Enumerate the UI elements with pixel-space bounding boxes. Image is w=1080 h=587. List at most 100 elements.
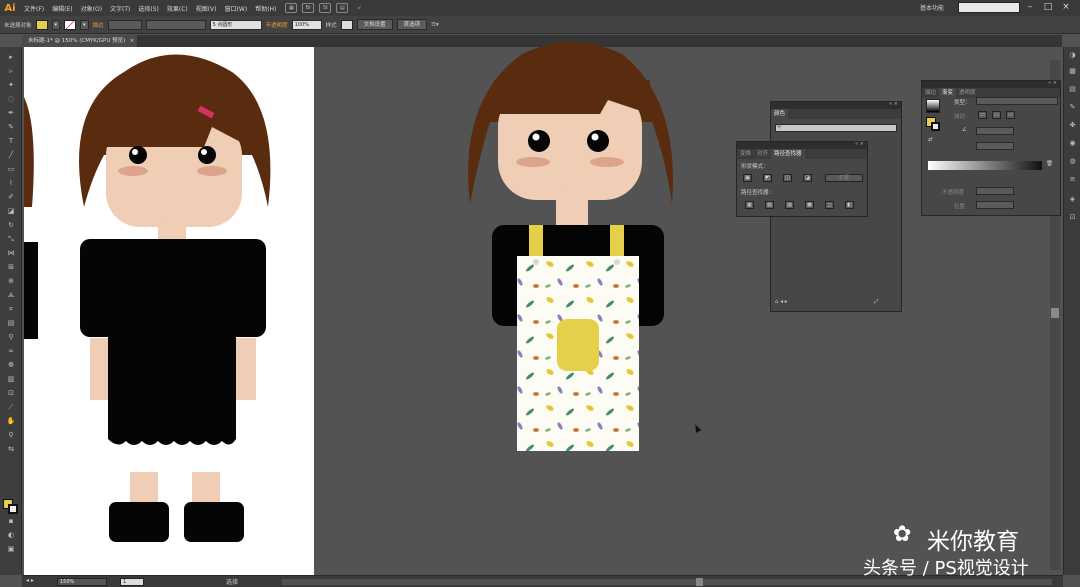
menu-select[interactable]: 选择(S) [134, 4, 163, 13]
line-tool-icon[interactable]: ╱ [5, 151, 17, 160]
color-guide-icon[interactable]: ▦ [1067, 67, 1078, 76]
tab-align[interactable]: 对齐 [754, 149, 771, 159]
tab-stroke[interactable]: 描边 [922, 88, 939, 98]
vertical-scroll-thumb[interactable] [1051, 308, 1059, 318]
angle-field[interactable] [976, 127, 1014, 135]
eraser-tool-icon[interactable]: ◪ [5, 207, 17, 216]
pathfinder-close-icon[interactable]: « × [855, 141, 864, 147]
artboard-tool-icon[interactable]: ⊡ [5, 389, 17, 398]
menu-window[interactable]: 窗口(W) [221, 4, 252, 13]
draw-mode-icon[interactable]: ◐ [5, 531, 17, 540]
hand-tool-icon[interactable]: ✋ [5, 417, 17, 426]
color-panel-icon[interactable]: ◑ [1067, 51, 1078, 60]
panel-menu-icon[interactable]: ☰▾ [431, 20, 439, 30]
stroke-dropdown[interactable]: ▾ [80, 19, 89, 30]
gradient-opacity-field[interactable] [976, 187, 1014, 195]
stroke-label[interactable]: 描边 [93, 20, 104, 30]
close-icon[interactable]: × [1060, 1, 1072, 13]
color-mode-icon[interactable]: ▪ [5, 517, 17, 526]
gradient-close-icon[interactable]: « × [1048, 80, 1057, 86]
screen-mode-icon[interactable]: ▣ [5, 545, 17, 554]
arrange-documents-icon[interactable]: ▦ [285, 3, 298, 13]
pencil-tool-icon[interactable]: ✐ [5, 193, 17, 202]
tab-transform[interactable]: 变换 [737, 149, 754, 159]
minimize-icon[interactable]: – [1024, 1, 1036, 13]
width-tool-icon[interactable]: ⋈ [5, 249, 17, 258]
swap-colors-icon[interactable]: ⇆ [5, 445, 17, 454]
magic-wand-tool-icon[interactable]: ✦ [5, 81, 17, 90]
horizontal-scroll-thumb[interactable] [696, 578, 703, 586]
variable-width-dropdown[interactable] [145, 19, 206, 30]
appearance-panel-icon[interactable]: ◍ [1067, 157, 1078, 166]
color-panel-footer-icons[interactable]: ⌂ ◂ ▸ [775, 299, 788, 305]
gradient-tool-icon[interactable]: ▤ [5, 319, 17, 328]
stroke-along-icon[interactable]: ▭ [992, 111, 1001, 119]
artboard-nav-icon[interactable]: ◂ ▸ [26, 577, 34, 584]
stroke-panel-icon[interactable]: ≡ [1067, 175, 1078, 184]
gradient-stroke-swatch[interactable] [931, 122, 940, 131]
reverse-gradient-icon[interactable]: ⇄ [928, 137, 933, 143]
fill-dropdown[interactable]: ▾ [51, 19, 61, 30]
stock-icon[interactable]: St [319, 3, 332, 13]
panel-collapse-icon[interactable]: « × [889, 101, 898, 107]
blend-tool-icon[interactable]: ∞ [5, 347, 17, 356]
color-panel-resize-icon[interactable]: ⤢ [874, 299, 878, 306]
gradient-slider[interactable] [928, 161, 1042, 170]
brushes-panel-icon[interactable]: ✎ [1067, 103, 1078, 112]
stroke-across-icon[interactable]: ▭ [1006, 111, 1015, 119]
aspect-ratio-field[interactable] [976, 142, 1014, 150]
bridge-icon[interactable]: Br [302, 3, 315, 13]
artboard-number-field[interactable]: 1 [120, 578, 144, 586]
eyedropper-tool-icon[interactable]: ⚲ [5, 333, 17, 342]
gpu-rocket-icon[interactable]: ➶ [353, 3, 365, 13]
trim-icon[interactable]: ▧ [765, 201, 774, 209]
color-search-field[interactable] [775, 124, 897, 132]
paintbrush-tool-icon[interactable]: ⌇ [5, 179, 17, 188]
symbols-panel-icon[interactable]: ✤ [1067, 121, 1078, 130]
slice-tool-icon[interactable]: ⟋ [5, 403, 17, 412]
menu-effect[interactable]: 效果(C) [163, 4, 192, 13]
artboards-panel-icon[interactable]: ⊡ [1067, 213, 1078, 222]
rotate-tool-icon[interactable]: ↻ [5, 221, 17, 230]
outline-icon[interactable]: ◻ [825, 201, 834, 209]
swatches-panel-icon[interactable]: ▤ [1067, 85, 1078, 94]
preferences-button[interactable]: 首选项 [396, 19, 428, 30]
minus-back-icon[interactable]: ◧ [845, 201, 854, 209]
graphic-styles-icon[interactable]: ◉ [1067, 139, 1078, 148]
unite-icon[interactable]: ▣ [743, 174, 752, 182]
tab-color[interactable]: 颜色 [771, 109, 789, 119]
graph-tool-icon[interactable]: ▥ [5, 375, 17, 384]
direct-selection-tool-icon[interactable]: ▹ [5, 67, 17, 76]
zoom-tool-icon[interactable]: ⚲ [5, 431, 17, 440]
menu-file[interactable]: 文件(F) [20, 4, 48, 13]
menu-object[interactable]: 对象(O) [77, 4, 106, 13]
document-setup-button[interactable]: 文档设置 [356, 19, 393, 30]
layers-panel-icon[interactable]: ◈ [1067, 195, 1078, 204]
workspace-switcher[interactable]: 基本功能 [920, 3, 944, 12]
free-transform-tool-icon[interactable]: ⊞ [5, 263, 17, 272]
layout-icon[interactable]: ▤ [336, 3, 349, 13]
menu-view[interactable]: 视图(V) [192, 4, 221, 13]
brush-dropdown[interactable]: 5 点圆形 [209, 19, 262, 30]
perspective-grid-tool-icon[interactable]: ⟁ [5, 291, 17, 300]
search-input[interactable] [958, 2, 1020, 13]
opacity-label[interactable]: 不透明度 [266, 20, 288, 30]
mesh-tool-icon[interactable]: ⌗ [5, 305, 17, 314]
tab-pathfinder[interactable]: 路径查找器 [771, 149, 805, 159]
crop-icon[interactable]: ▩ [805, 201, 814, 209]
menu-help[interactable]: 帮助(H) [251, 4, 280, 13]
document-tab[interactable]: 未标题-1* @ 150% (CMYK/GPU 预览) × [22, 35, 138, 47]
divide-icon[interactable]: ▦ [745, 201, 754, 209]
merge-icon[interactable]: ▨ [785, 201, 794, 209]
menu-edit[interactable]: 编辑(E) [48, 4, 76, 13]
selection-tool-icon[interactable]: ▸ [5, 53, 17, 62]
stroke-weight-field[interactable] [107, 19, 142, 30]
gradient-preview-swatch[interactable] [926, 99, 940, 113]
type-tool-icon[interactable]: T [5, 137, 17, 146]
maximize-icon[interactable]: □ [1042, 1, 1054, 13]
rectangle-tool-icon[interactable]: ▭ [5, 165, 17, 174]
zoom-dropdown[interactable]: 150% [57, 578, 107, 586]
shape-builder-tool-icon[interactable]: ⊕ [5, 277, 17, 286]
gradient-type-dropdown[interactable] [976, 97, 1058, 105]
fill-swatch[interactable] [35, 19, 48, 30]
